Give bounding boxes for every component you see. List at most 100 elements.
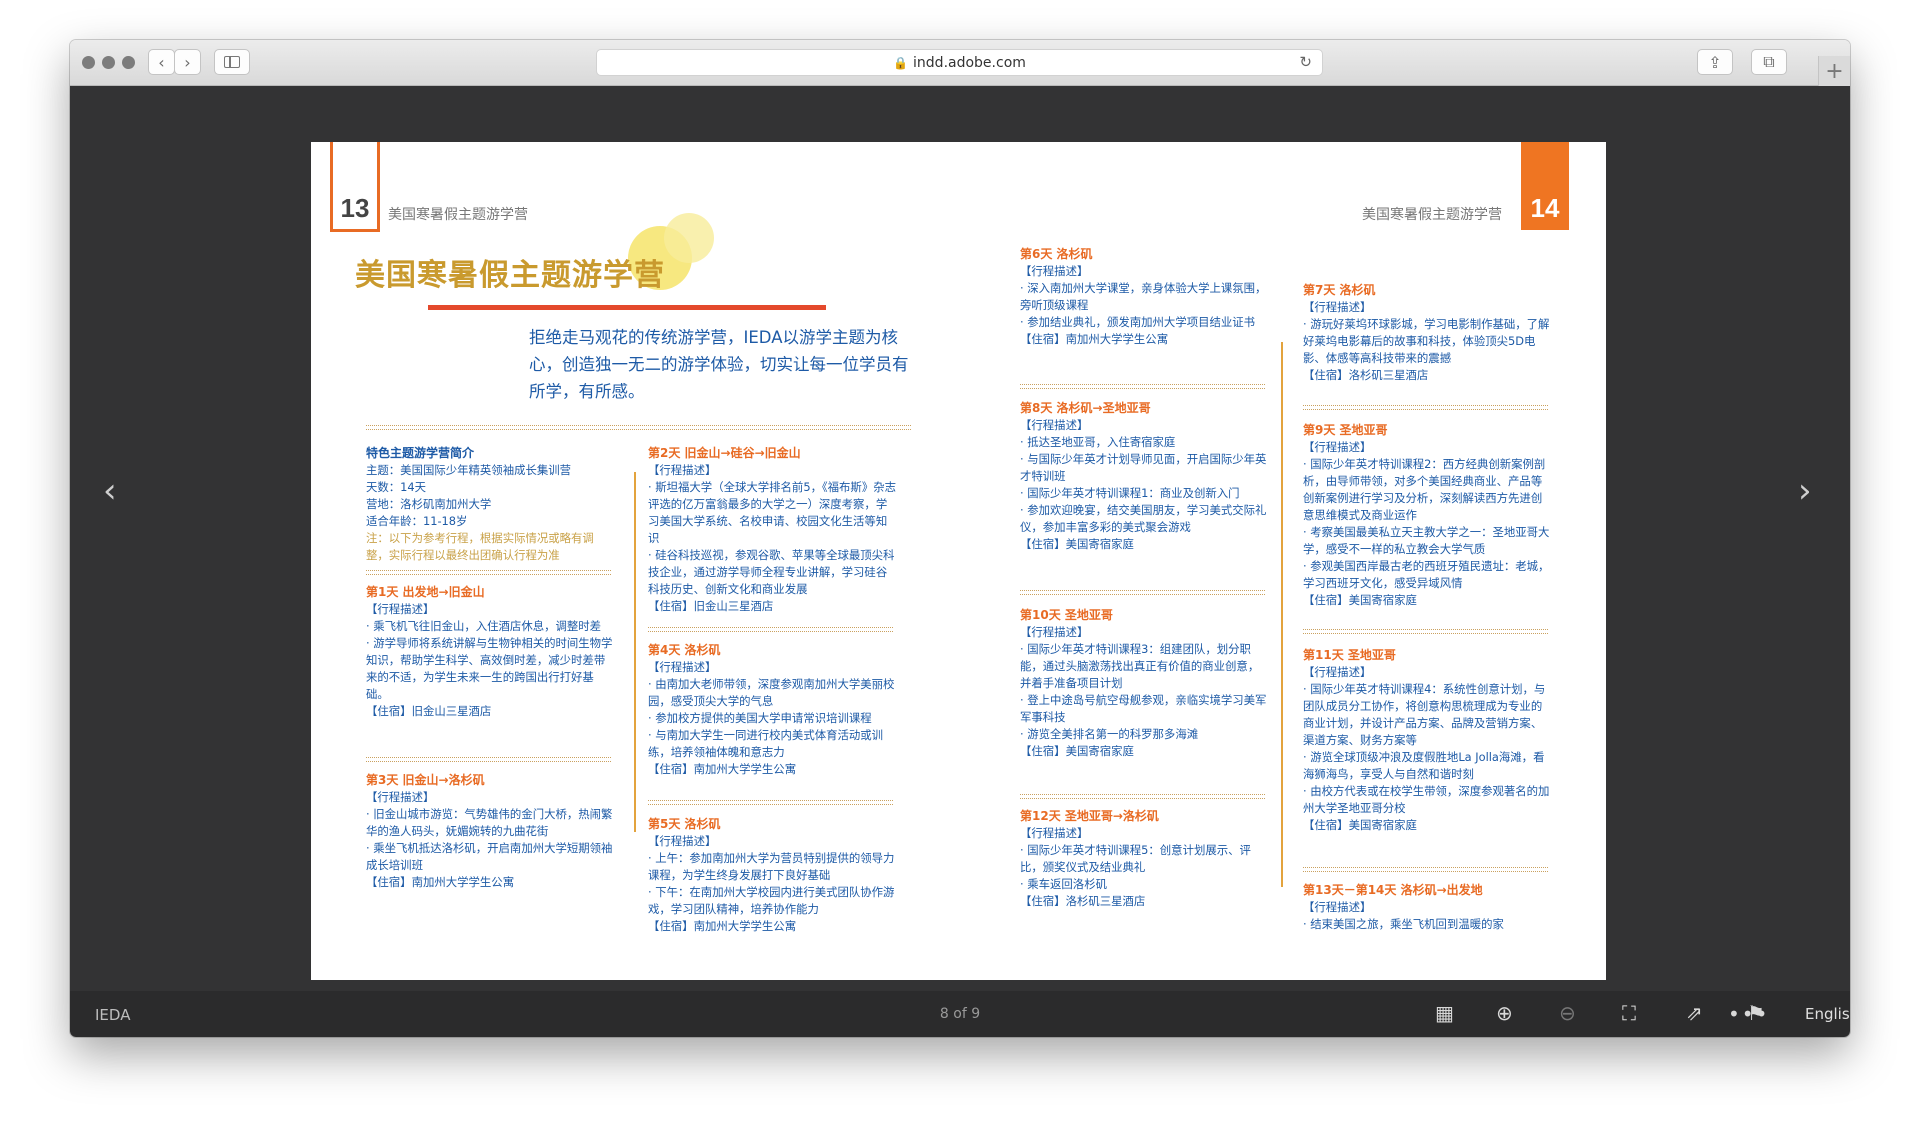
day-line: 【住宿】南加州大学学生公寓 xyxy=(366,875,515,889)
day-line: · 国际少年英才特训课程2：西方经典创新案例剖析，由导师带领，对多个美国经典商业… xyxy=(1303,457,1546,522)
day-block: 第1天 出发地→旧金山 【行程描述】 · 乘飞机飞往旧金山，入住酒店休息，调整时差 ·… xyxy=(366,584,616,720)
decorative-circle-small xyxy=(664,213,714,263)
share-doc-icon[interactable]: ⇗ xyxy=(1686,1001,1703,1025)
day-line: · 参加校方提供的美国大学申请常识培训课程 xyxy=(648,711,872,725)
day-line: · 旧金山城市游览：气势雄伟的金门大桥，热闹繁华的渔人码头，妩媚婉转的九曲花街 xyxy=(366,807,613,838)
day-line: 【行程描述】 xyxy=(1303,665,1372,679)
day-heading: 第5天 洛杉矶 xyxy=(648,817,721,831)
day-line: 【行程描述】 xyxy=(648,463,717,477)
day-line: 【行程描述】 xyxy=(648,660,717,674)
viewer-toolbar: IEDA 8 of 9 ▦ ⊕ ⊖ ⛶ ⇗ ⚑ Englis xyxy=(70,991,1850,1037)
reload-icon[interactable]: ↻ xyxy=(1299,53,1312,71)
day-heading: 第13天－第14天 洛杉矶→出发地 xyxy=(1303,883,1483,897)
day-line: 【行程描述】 xyxy=(1303,440,1372,454)
day-block: 第9天 圣地亚哥 【行程描述】 · 国际少年英才特训课程2：西方经典创新案例剖析，由… xyxy=(1303,422,1553,609)
day-block: 第7天 洛杉矶 【行程描述】 · 游玩好莱坞环球影城，学习电影制作基础，了解好莱坞电… xyxy=(1303,282,1553,384)
day-heading: 第10天 圣地亚哥 xyxy=(1020,608,1113,622)
browser-window: ‹ › 🔒 indd.adobe.com ↻ ⇪ ⧉ + ‹ › 13 美国寒暑… xyxy=(70,40,1850,1037)
day-heading: 第8天 洛杉矶→圣地亚哥 xyxy=(1020,401,1151,415)
day-line: · 游览全美排名第一的科罗那多海滩 xyxy=(1020,727,1199,741)
divider xyxy=(1303,629,1548,634)
day-heading: 第3天 旧金山→洛杉矶 xyxy=(366,773,485,787)
share-button[interactable]: ⇪ xyxy=(1697,49,1733,75)
divider xyxy=(366,570,611,575)
sidebar-icon xyxy=(224,56,240,68)
page-number-left: 13 xyxy=(330,142,380,232)
day-line: · 结束美国之旅，乘坐飞机回到温暖的家 xyxy=(1303,917,1504,931)
day-line: 【住宿】洛杉矶三星酒店 xyxy=(1303,368,1429,382)
document-spread: 13 美国寒暑假主题游学营 美国寒暑假主题游学营 14 美国寒暑假主题游学营 拒… xyxy=(311,142,1606,980)
column-rule xyxy=(634,472,636,832)
fullscreen-icon[interactable]: ⛶ xyxy=(1622,1001,1636,1025)
forward-button[interactable]: › xyxy=(174,49,201,75)
day-line: 【住宿】旧金山三星酒店 xyxy=(648,599,774,613)
new-tab-icon: + xyxy=(1825,58,1844,84)
lock-icon: 🔒 xyxy=(893,55,909,70)
summary-line: 主题：美国国际少年精英领袖成长集训营 xyxy=(366,463,572,477)
day-line: · 乘车返回洛杉矶 xyxy=(1020,877,1107,891)
share-icon: ⇪ xyxy=(1708,52,1722,72)
day-heading: 第4天 洛杉矶 xyxy=(648,643,721,657)
page-number-right: 14 xyxy=(1521,142,1569,230)
summary-block: 特色主题游学营简介 主题：美国国际少年精英领袖成长集训营 天数：14天 营地：洛… xyxy=(366,445,616,564)
page-title: 美国寒暑假主题游学营 xyxy=(355,258,665,293)
day-line: · 上午：参加南加州大学为营员特别提供的领导力课程，为学生终身发展打下良好基础 xyxy=(648,851,895,882)
day-line: 【住宿】南加州大学学生公寓 xyxy=(648,919,797,933)
language-selector[interactable]: English xyxy=(1805,1005,1850,1023)
divider xyxy=(1303,867,1548,872)
back-icon: ‹ xyxy=(158,52,165,72)
day-line: · 登上中途岛号航空母舰参观，亲临实境学习美军军事科技 xyxy=(1020,693,1267,724)
day-block: 第3天 旧金山→洛杉矶 【行程描述】 · 旧金山城市游览：气势雄伟的金门大桥，热闹繁… xyxy=(366,772,616,891)
day-line: · 硅谷科技巡视，参观谷歌、苹果等全球最顶尖科技企业，通过游学导师全程专业讲解，… xyxy=(648,548,895,596)
day-heading: 第11天 圣地亚哥 xyxy=(1303,648,1396,662)
day-line: 【住宿】南加州大学学生公寓 xyxy=(648,762,797,776)
day-heading: 第9天 圣地亚哥 xyxy=(1303,423,1388,437)
divider xyxy=(1303,405,1548,410)
day-line: · 下午：在南加州大学校园内进行美式团队协作游戏，学习团队精神，培养协作能力 xyxy=(648,885,895,916)
day-line: 【住宿】洛杉矶三星酒店 xyxy=(1020,894,1146,908)
new-tab-button[interactable]: + xyxy=(1818,56,1850,86)
document-title: IEDA xyxy=(95,1006,131,1024)
day-line: · 乘飞机飞往旧金山，入住酒店休息，调整时差 xyxy=(366,619,602,633)
day-block: 第8天 洛杉矶→圣地亚哥 【行程描述】 · 抵达圣地亚哥，入住寄宿家庭 · 与国际少年… xyxy=(1020,400,1270,553)
running-head-left: 美国寒暑假主题游学营 xyxy=(388,207,528,223)
browser-toolbar: ‹ › 🔒 indd.adobe.com ↻ ⇪ ⧉ + xyxy=(70,40,1850,86)
day-line: · 国际少年英才特训课程4：系统性创意计划，与团队成员分工协作，将创意构思梳理成… xyxy=(1303,682,1546,747)
day-line: · 游览全球顶级冲浪及度假胜地La Jolla海滩，看海狮海鸟，享受人与自然和谐… xyxy=(1303,750,1545,781)
day-line: · 参加结业典礼，颁发南加州大学项目结业证书 xyxy=(1020,315,1256,329)
day-line: · 国际少年英才特训课程3：组建团队，划分职能，通过头脑激荡找出真正有价值的商业… xyxy=(1020,642,1260,690)
address-bar[interactable]: 🔒 indd.adobe.com ↻ xyxy=(596,49,1323,76)
day-line: 【行程描述】 xyxy=(1020,625,1089,639)
minimize-window-button[interactable] xyxy=(102,56,115,69)
day-line: · 由南加大老师带领，深度参观南加州大学美丽校园，感受顶尖大学的气息 xyxy=(648,677,895,708)
day-line: 【住宿】南加州大学学生公寓 xyxy=(1020,332,1169,346)
day-line: · 考察美国最美私立天主教大学之一：圣地亚哥大学，感受不一样的私立教会大学气质 xyxy=(1303,525,1550,556)
next-page-arrow[interactable]: › xyxy=(1798,471,1812,511)
tabs-button[interactable]: ⧉ xyxy=(1751,49,1787,75)
day-block: 第13天－第14天 洛杉矶→出发地 【行程描述】 · 结束美国之旅，乘坐飞机回到温暖… xyxy=(1303,882,1553,933)
back-button[interactable]: ‹ xyxy=(148,49,175,75)
grid-view-icon[interactable]: ▦ xyxy=(1435,1001,1454,1025)
day-line: 【住宿】旧金山三星酒店 xyxy=(366,704,492,718)
close-window-button[interactable] xyxy=(82,56,95,69)
document-viewer: ‹ › 13 美国寒暑假主题游学营 美国寒暑假主题游学营 14 美国寒暑假主题游… xyxy=(70,86,1850,991)
zoom-window-button[interactable] xyxy=(122,56,135,69)
day-line: · 与国际少年英才计划导师见面，开启国际少年英才特训班 xyxy=(1020,452,1267,483)
sidebar-button[interactable] xyxy=(214,49,250,75)
day-line: 【行程描述】 xyxy=(1020,264,1089,278)
zoom-out-icon[interactable]: ⊖ xyxy=(1559,1001,1576,1025)
day-line: 【住宿】美国寄宿家庭 xyxy=(1020,744,1134,758)
day-heading: 第6天 洛杉矶 xyxy=(1020,247,1093,261)
divider xyxy=(1020,384,1265,389)
day-block: 第5天 洛杉矶 【行程描述】 · 上午：参加南加州大学为营员特别提供的领导力课程，为… xyxy=(648,816,896,935)
day-block: 第2天 旧金山→硅谷→旧金山 【行程描述】 · 斯坦福大学（全球大学排名前5，《福布… xyxy=(648,445,896,615)
zoom-in-icon[interactable]: ⊕ xyxy=(1496,1001,1513,1025)
more-options-icon[interactable]: ••• xyxy=(1728,1002,1769,1026)
summary-line: 适合年龄：11-18岁 xyxy=(366,514,468,528)
day-line: · 斯坦福大学（全球大学排名前5，《福布斯》杂志评选的亿万富翁最多的大学之一）深… xyxy=(648,480,896,545)
previous-page-arrow[interactable]: ‹ xyxy=(103,471,117,511)
divider xyxy=(366,425,911,430)
intro-paragraph: 拒绝走马观花的传统游学营，IEDA以游学主题为核心，创造独一无二的游学体验，切实… xyxy=(529,328,909,401)
day-heading: 第1天 出发地→旧金山 xyxy=(366,585,485,599)
day-line: 【住宿】美国寄宿家庭 xyxy=(1303,593,1417,607)
